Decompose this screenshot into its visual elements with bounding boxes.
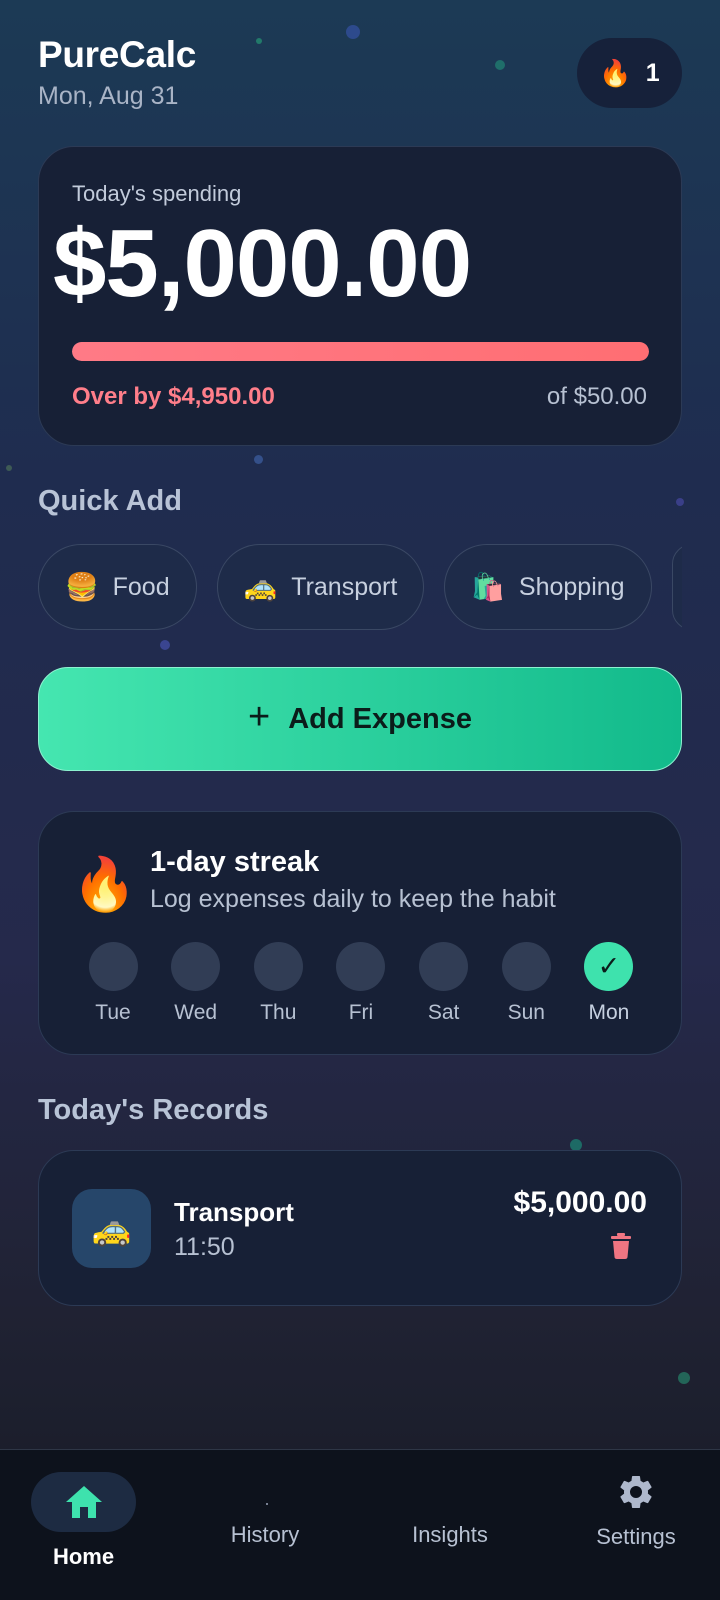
quick-add-chip-food[interactable]: 🍔 Food [38,544,197,630]
streak-subtitle: Log expenses daily to keep the habit [150,885,556,913]
bg-dot [160,640,170,650]
day-label: Tue [95,1001,131,1024]
home-icon [65,1486,102,1518]
check-icon: ✓ [584,942,634,991]
taxi-icon: 🚕 [72,1189,151,1268]
chip-label: Shopping [518,572,625,601]
fire-icon: 🔥 [599,57,632,88]
bg-dot [676,498,684,506]
records-title: Today's Records [38,1094,269,1126]
day-label: Fri [348,1001,374,1024]
record-item[interactable]: 🚕 Transport 11:50 $5,000.00 [38,1150,682,1306]
add-expense-label: Add Expense [288,702,472,735]
date-label: Mon, Aug 31 [38,82,179,110]
day-label: Mon [588,1001,630,1024]
nav-home-label: Home [52,1544,115,1569]
nav-history[interactable]: History [210,1522,320,1548]
fire-icon: 🔥 [72,856,137,914]
day-label: Wed [174,1001,218,1024]
budget-total-text: of $50.00 [546,383,647,410]
day-circle [88,942,138,991]
record-category: Transport [174,1197,294,1227]
streak-day-tue: Tue [83,942,143,1025]
streak-day-sat: Sat [414,942,474,1025]
streak-day-mon: ✓ Mon [579,942,639,1025]
taxi-icon: 🚕 [243,572,278,602]
over-budget-text: Over by $4,950.00 [72,383,275,410]
bg-dot [6,465,12,471]
plus-icon: + [248,695,271,738]
spending-card: Today's spending $5,000.00 Over by $4,95… [38,146,682,446]
streak-day-fri: Fri [331,942,391,1025]
chip-label: Food [112,572,170,601]
record-time: 11:50 [174,1233,235,1261]
streak-card: 🔥 1-day streak Log expenses daily to kee… [38,811,682,1055]
day-circle [501,942,551,991]
day-label: Sun [507,1001,545,1024]
nav-insights[interactable]: Insights [390,1522,510,1548]
nav-home[interactable]: Home [31,1472,136,1570]
nav-insights-label: Insights [412,1522,488,1547]
streak-title: 1-day streak [150,846,320,878]
nav-settings-label: Settings [596,1524,676,1549]
quick-add-title: Quick Add [38,485,182,517]
bg-dot [495,60,505,70]
record-amount: $5,000.00 [513,1186,647,1219]
bg-dot [678,1372,690,1384]
day-circle [171,942,221,991]
streak-count: 1 [645,58,660,87]
add-expense-button[interactable]: + Add Expense [38,667,682,771]
header: PureCalc Mon, Aug 31 [38,34,196,111]
history-icon [266,1503,268,1505]
shopping-bags-icon: 🛍️ [471,572,505,602]
day-circle [336,942,386,991]
day-circle [419,942,469,991]
day-label: Sat [427,1001,460,1024]
bg-dot [346,25,360,39]
spending-label: Today's spending [72,181,242,206]
day-label: Thu [260,1001,297,1024]
quick-add-chip-more[interactable] [671,544,682,630]
budget-progress-bar [72,342,649,361]
gear-icon [620,1476,652,1508]
streak-badge[interactable]: 🔥 1 [577,38,682,108]
quick-add-chip-transport[interactable]: 🚕 Transport [216,544,425,630]
streak-day-wed: Wed [166,942,226,1025]
day-circle [253,942,303,991]
chip-label: Transport [291,572,398,601]
nav-settings[interactable]: Settings [578,1472,694,1550]
home-pill [31,1472,136,1532]
streak-day-sun: Sun [496,942,556,1025]
app-title: PureCalc [38,34,197,75]
bg-dot [254,455,263,464]
spending-amount: $5,000.00 [53,210,472,317]
trash-icon[interactable] [611,1233,631,1259]
quick-add-chips: 🍔 Food 🚕 Transport 🛍️ Shopping [38,544,682,630]
streak-day-thu: Thu [248,942,308,1025]
streak-days: Tue Wed Thu Fri Sat Sun ✓ Mon [83,942,639,1025]
bg-dot [256,38,262,44]
nav-history-label: History [230,1522,300,1547]
burger-icon: 🍔 [65,572,99,602]
quick-add-chip-shopping[interactable]: 🛍️ Shopping [444,544,652,630]
bottom-navigation: Home History Insights Settings [0,1449,720,1600]
budget-progress-fill [72,342,649,361]
